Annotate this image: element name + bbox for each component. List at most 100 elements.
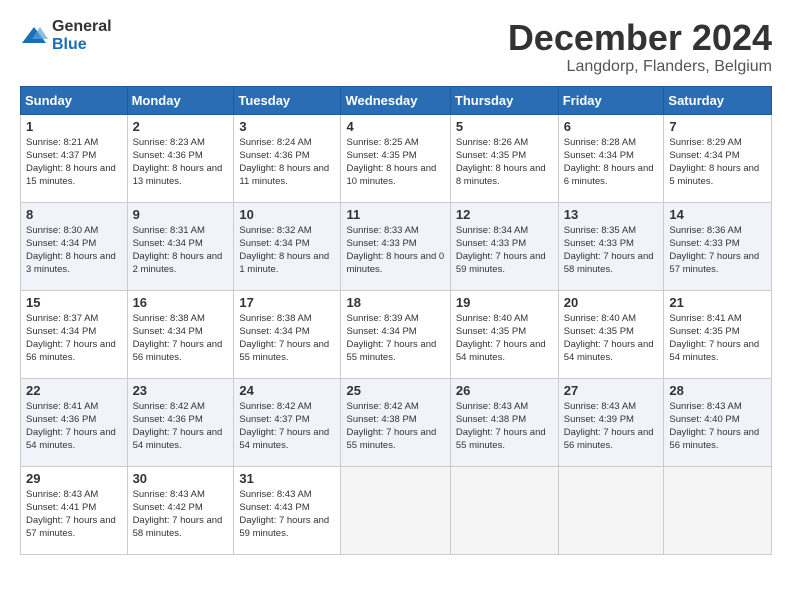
- table-row: 5 Sunrise: 8:26 AMSunset: 4:35 PMDayligh…: [450, 114, 558, 202]
- calendar-header-row: Sunday Monday Tuesday Wednesday Thursday…: [21, 86, 772, 114]
- day-number: 7: [669, 119, 766, 134]
- day-number: 13: [564, 207, 659, 222]
- table-row: 26 Sunrise: 8:43 AMSunset: 4:38 PMDaylig…: [450, 378, 558, 466]
- day-number: 11: [346, 207, 444, 222]
- table-row: 15 Sunrise: 8:37 AMSunset: 4:34 PMDaylig…: [21, 290, 128, 378]
- table-row: [450, 466, 558, 554]
- day-number: 16: [133, 295, 229, 310]
- day-number: 10: [239, 207, 335, 222]
- day-info: Sunrise: 8:42 AMSunset: 4:38 PMDaylight:…: [346, 400, 444, 453]
- day-number: 12: [456, 207, 553, 222]
- page: General Blue December 2024 Langdorp, Fla…: [0, 0, 792, 612]
- table-row: 29 Sunrise: 8:43 AMSunset: 4:41 PMDaylig…: [21, 466, 128, 554]
- calendar-week-row: 8 Sunrise: 8:30 AMSunset: 4:34 PMDayligh…: [21, 202, 772, 290]
- logo-blue: Blue: [52, 36, 87, 53]
- col-monday: Monday: [127, 86, 234, 114]
- day-info: Sunrise: 8:25 AMSunset: 4:35 PMDaylight:…: [346, 136, 444, 189]
- table-row: 2 Sunrise: 8:23 AMSunset: 4:36 PMDayligh…: [127, 114, 234, 202]
- title-area: December 2024 Langdorp, Flanders, Belgiu…: [508, 18, 772, 76]
- day-info: Sunrise: 8:24 AMSunset: 4:36 PMDaylight:…: [239, 136, 335, 189]
- logo-text: General Blue: [52, 18, 112, 54]
- day-info: Sunrise: 8:42 AMSunset: 4:37 PMDaylight:…: [239, 400, 335, 453]
- day-number: 22: [26, 383, 122, 398]
- table-row: 13 Sunrise: 8:35 AMSunset: 4:33 PMDaylig…: [558, 202, 664, 290]
- table-row: 21 Sunrise: 8:41 AMSunset: 4:35 PMDaylig…: [664, 290, 772, 378]
- day-number: 4: [346, 119, 444, 134]
- day-number: 28: [669, 383, 766, 398]
- day-number: 1: [26, 119, 122, 134]
- day-info: Sunrise: 8:37 AMSunset: 4:34 PMDaylight:…: [26, 312, 122, 365]
- table-row: 23 Sunrise: 8:42 AMSunset: 4:36 PMDaylig…: [127, 378, 234, 466]
- table-row: 1 Sunrise: 8:21 AMSunset: 4:37 PMDayligh…: [21, 114, 128, 202]
- table-row: 10 Sunrise: 8:32 AMSunset: 4:34 PMDaylig…: [234, 202, 341, 290]
- table-row: 27 Sunrise: 8:43 AMSunset: 4:39 PMDaylig…: [558, 378, 664, 466]
- table-row: 25 Sunrise: 8:42 AMSunset: 4:38 PMDaylig…: [341, 378, 450, 466]
- location-title: Langdorp, Flanders, Belgium: [508, 58, 772, 76]
- table-row: 4 Sunrise: 8:25 AMSunset: 4:35 PMDayligh…: [341, 114, 450, 202]
- header: General Blue December 2024 Langdorp, Fla…: [20, 18, 772, 76]
- day-number: 21: [669, 295, 766, 310]
- day-number: 31: [239, 471, 335, 486]
- day-info: Sunrise: 8:39 AMSunset: 4:34 PMDaylight:…: [346, 312, 444, 365]
- day-info: Sunrise: 8:29 AMSunset: 4:34 PMDaylight:…: [669, 136, 766, 189]
- calendar-week-row: 22 Sunrise: 8:41 AMSunset: 4:36 PMDaylig…: [21, 378, 772, 466]
- day-info: Sunrise: 8:41 AMSunset: 4:36 PMDaylight:…: [26, 400, 122, 453]
- day-number: 23: [133, 383, 229, 398]
- table-row: 18 Sunrise: 8:39 AMSunset: 4:34 PMDaylig…: [341, 290, 450, 378]
- calendar-table: Sunday Monday Tuesday Wednesday Thursday…: [20, 86, 772, 555]
- day-number: 18: [346, 295, 444, 310]
- day-number: 14: [669, 207, 766, 222]
- day-info: Sunrise: 8:43 AMSunset: 4:40 PMDaylight:…: [669, 400, 766, 453]
- logo-icon: [20, 25, 48, 47]
- col-thursday: Thursday: [450, 86, 558, 114]
- col-wednesday: Wednesday: [341, 86, 450, 114]
- day-info: Sunrise: 8:40 AMSunset: 4:35 PMDaylight:…: [564, 312, 659, 365]
- col-friday: Friday: [558, 86, 664, 114]
- day-info: Sunrise: 8:28 AMSunset: 4:34 PMDaylight:…: [564, 136, 659, 189]
- table-row: 3 Sunrise: 8:24 AMSunset: 4:36 PMDayligh…: [234, 114, 341, 202]
- day-number: 9: [133, 207, 229, 222]
- day-number: 24: [239, 383, 335, 398]
- day-info: Sunrise: 8:42 AMSunset: 4:36 PMDaylight:…: [133, 400, 229, 453]
- day-info: Sunrise: 8:32 AMSunset: 4:34 PMDaylight:…: [239, 224, 335, 277]
- col-tuesday: Tuesday: [234, 86, 341, 114]
- table-row: [558, 466, 664, 554]
- day-info: Sunrise: 8:35 AMSunset: 4:33 PMDaylight:…: [564, 224, 659, 277]
- day-info: Sunrise: 8:23 AMSunset: 4:36 PMDaylight:…: [133, 136, 229, 189]
- month-title: December 2024: [508, 18, 772, 58]
- day-number: 3: [239, 119, 335, 134]
- calendar-week-row: 29 Sunrise: 8:43 AMSunset: 4:41 PMDaylig…: [21, 466, 772, 554]
- day-number: 20: [564, 295, 659, 310]
- table-row: 20 Sunrise: 8:40 AMSunset: 4:35 PMDaylig…: [558, 290, 664, 378]
- table-row: 12 Sunrise: 8:34 AMSunset: 4:33 PMDaylig…: [450, 202, 558, 290]
- table-row: 31 Sunrise: 8:43 AMSunset: 4:43 PMDaylig…: [234, 466, 341, 554]
- table-row: 11 Sunrise: 8:33 AMSunset: 4:33 PMDaylig…: [341, 202, 450, 290]
- table-row: 30 Sunrise: 8:43 AMSunset: 4:42 PMDaylig…: [127, 466, 234, 554]
- table-row: [341, 466, 450, 554]
- day-info: Sunrise: 8:33 AMSunset: 4:33 PMDaylight:…: [346, 224, 444, 277]
- table-row: 28 Sunrise: 8:43 AMSunset: 4:40 PMDaylig…: [664, 378, 772, 466]
- table-row: 8 Sunrise: 8:30 AMSunset: 4:34 PMDayligh…: [21, 202, 128, 290]
- logo: General Blue: [20, 18, 112, 54]
- calendar-week-row: 1 Sunrise: 8:21 AMSunset: 4:37 PMDayligh…: [21, 114, 772, 202]
- day-number: 5: [456, 119, 553, 134]
- day-info: Sunrise: 8:43 AMSunset: 4:41 PMDaylight:…: [26, 488, 122, 541]
- day-info: Sunrise: 8:30 AMSunset: 4:34 PMDaylight:…: [26, 224, 122, 277]
- day-info: Sunrise: 8:38 AMSunset: 4:34 PMDaylight:…: [133, 312, 229, 365]
- day-number: 27: [564, 383, 659, 398]
- day-number: 29: [26, 471, 122, 486]
- day-info: Sunrise: 8:43 AMSunset: 4:39 PMDaylight:…: [564, 400, 659, 453]
- day-number: 26: [456, 383, 553, 398]
- table-row: [664, 466, 772, 554]
- day-info: Sunrise: 8:26 AMSunset: 4:35 PMDaylight:…: [456, 136, 553, 189]
- table-row: 9 Sunrise: 8:31 AMSunset: 4:34 PMDayligh…: [127, 202, 234, 290]
- day-number: 15: [26, 295, 122, 310]
- logo-general: General: [52, 18, 112, 35]
- col-sunday: Sunday: [21, 86, 128, 114]
- day-info: Sunrise: 8:43 AMSunset: 4:43 PMDaylight:…: [239, 488, 335, 541]
- day-info: Sunrise: 8:36 AMSunset: 4:33 PMDaylight:…: [669, 224, 766, 277]
- day-info: Sunrise: 8:34 AMSunset: 4:33 PMDaylight:…: [456, 224, 553, 277]
- day-number: 25: [346, 383, 444, 398]
- day-info: Sunrise: 8:40 AMSunset: 4:35 PMDaylight:…: [456, 312, 553, 365]
- day-info: Sunrise: 8:41 AMSunset: 4:35 PMDaylight:…: [669, 312, 766, 365]
